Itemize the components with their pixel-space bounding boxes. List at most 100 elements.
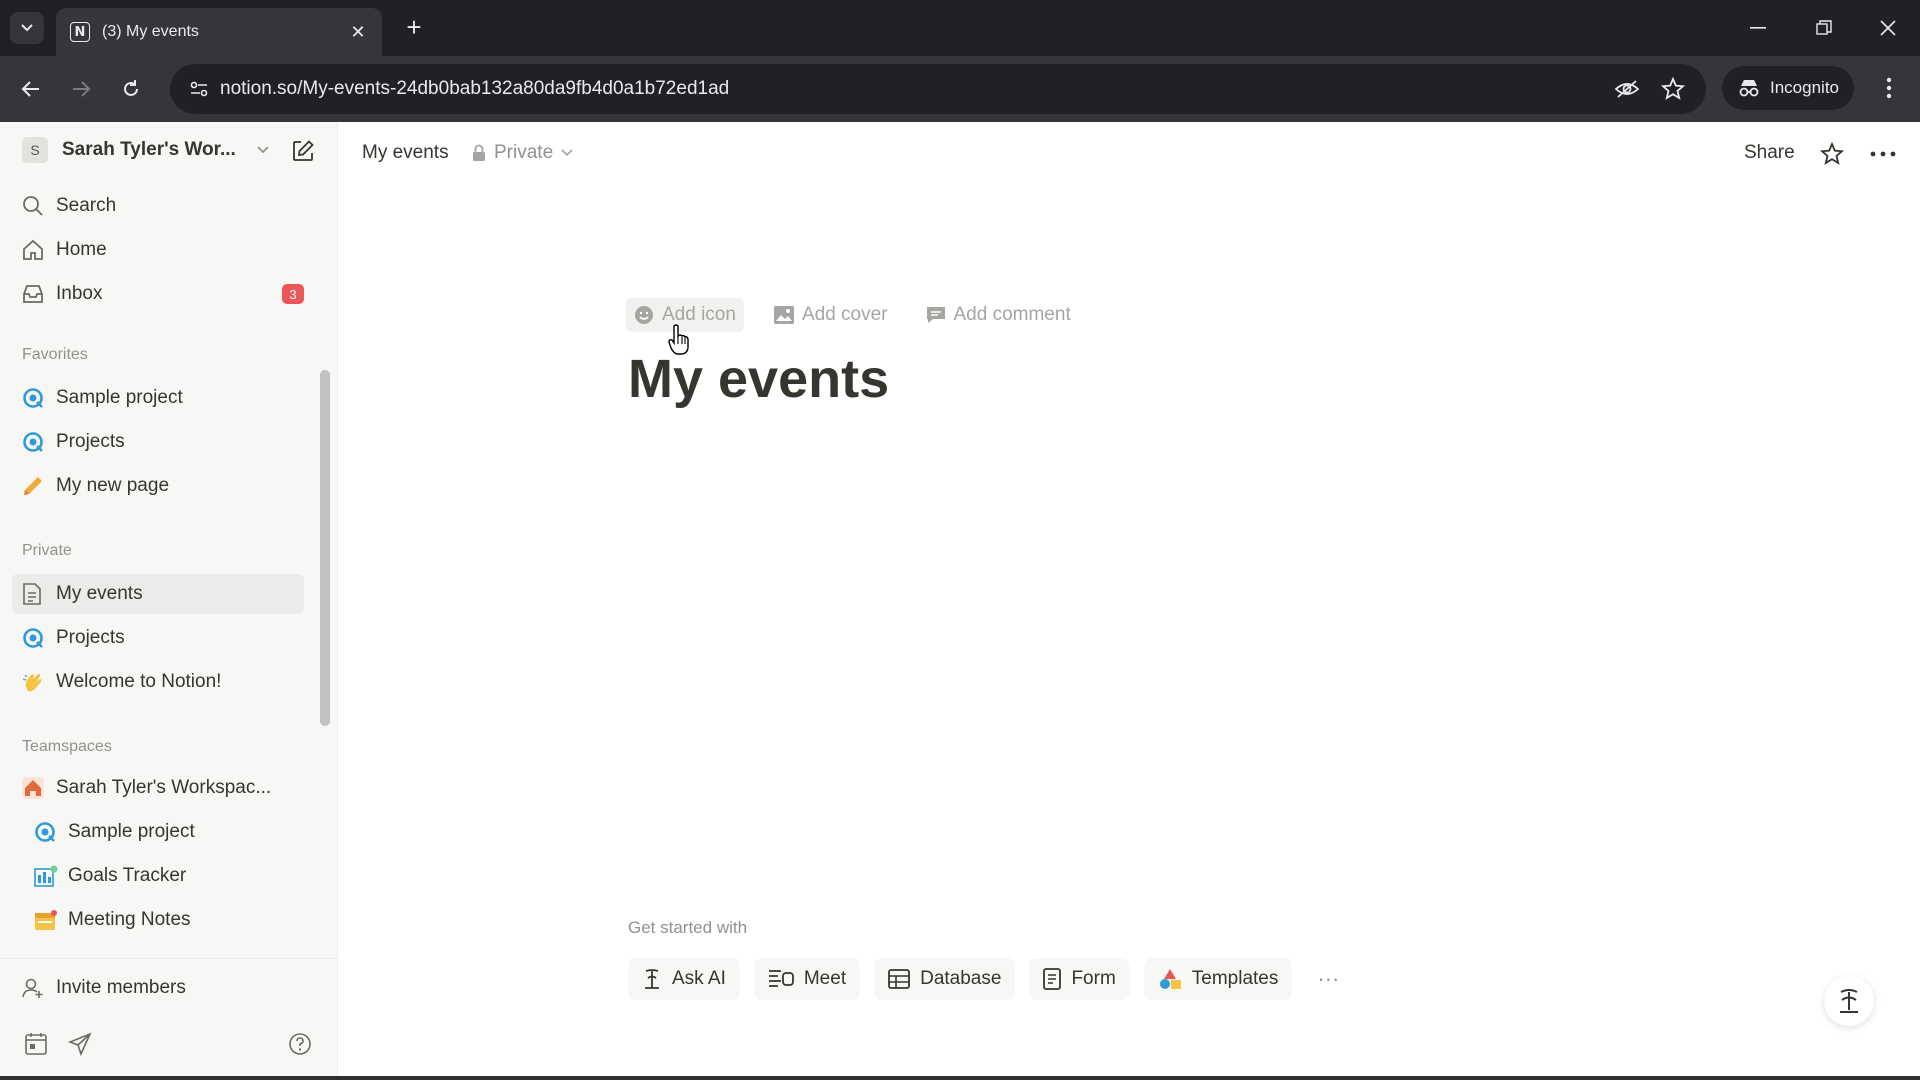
minimize-icon[interactable]	[1738, 10, 1778, 46]
incognito-indicator[interactable]: Incognito	[1722, 66, 1854, 110]
wave-icon	[22, 667, 56, 697]
tab-title: (3) My events	[102, 23, 199, 40]
sidebar-item-my-events[interactable]: My events	[12, 574, 304, 614]
sidebar-item-my-new-page[interactable]: My new page	[12, 466, 304, 506]
more-options-icon[interactable]	[1866, 138, 1900, 170]
notion-ai-face-icon	[1840, 989, 1858, 1013]
restore-icon[interactable]	[1804, 10, 1844, 46]
meet-label: Meet	[803, 968, 847, 989]
teamspaces-section-label: Teamspaces	[22, 738, 112, 755]
database-button[interactable]: Database	[874, 958, 1016, 1000]
quick-actions-row: Ask AI Meet Database Form Templates ···	[628, 958, 1350, 1000]
workspace-switcher[interactable]: S Sarah Tyler's Wor...	[14, 132, 324, 168]
inbox-icon	[22, 279, 56, 309]
page-title[interactable]: My events	[628, 348, 889, 410]
form-button[interactable]: Form	[1029, 958, 1130, 1000]
sidebar-scroll-thumb[interactable]	[320, 370, 330, 726]
ask-ai-button[interactable]: Ask AI	[628, 958, 740, 1000]
browser-tab[interactable]: N (3) My events ✕	[56, 8, 382, 56]
bookmark-star-icon[interactable]	[1658, 74, 1688, 104]
add-cover-label: Add cover	[801, 304, 888, 325]
share-button[interactable]: Share	[1744, 142, 1795, 164]
pencil-icon	[22, 471, 56, 501]
sidebar-item-projects[interactable]: Projects	[12, 422, 304, 462]
eye-off-icon[interactable]	[1612, 74, 1642, 104]
chevron-down-icon	[257, 146, 269, 154]
add-comment-button[interactable]: Add comment	[918, 298, 1079, 332]
more-actions-icon[interactable]: ···	[1306, 958, 1350, 1000]
sidebar-item-inbox[interactable]: Inbox 3	[12, 274, 304, 314]
add-comment-label: Add comment	[953, 304, 1071, 325]
project-icon	[22, 383, 56, 413]
sidebar-item-label: Inbox	[56, 283, 103, 304]
site-info-icon[interactable]	[182, 72, 216, 106]
new-page-compose-icon[interactable]	[288, 136, 318, 166]
bottom-edge	[0, 1076, 1920, 1080]
image-icon	[773, 306, 794, 324]
favorites-section-label: Favorites	[22, 346, 88, 363]
invite-members-button[interactable]: Invite members	[12, 968, 304, 1008]
invite-user-icon	[22, 973, 56, 1003]
sidebar-item-team-sample-project[interactable]: Sample project	[24, 812, 304, 852]
sidebar-item-label: Projects	[56, 627, 125, 648]
tab-list-chevron-icon[interactable]	[10, 12, 44, 44]
goals-icon	[34, 861, 68, 891]
reload-icon[interactable]	[112, 70, 150, 108]
sidebar-item-meeting-notes[interactable]: Meeting Notes	[24, 900, 304, 940]
incognito-label: Incognito	[1770, 78, 1839, 97]
form-icon	[1043, 968, 1062, 990]
search-icon	[22, 191, 56, 221]
favorite-star-icon[interactable]	[1815, 138, 1849, 170]
notion-ai-fab[interactable]	[1824, 976, 1874, 1026]
add-icon-label: Add icon	[662, 304, 736, 325]
add-cover-button[interactable]: Add cover	[766, 298, 896, 332]
sidebar-item-label: My events	[56, 583, 143, 604]
sidebar-item-label: Home	[56, 239, 107, 260]
project-icon	[22, 623, 56, 653]
browser-toolbar: notion.so/My-events-24db0bab132a80da9fb4…	[0, 56, 1920, 122]
calendar-icon	[34, 905, 68, 935]
sidebar-item-teamspace[interactable]: Sarah Tyler's Workspac...	[12, 768, 304, 808]
tab-close-icon[interactable]: ✕	[348, 22, 368, 43]
sidebar-item-home[interactable]: Home	[12, 230, 304, 270]
send-mail-icon[interactable]	[67, 1032, 94, 1058]
sidebar-item-label: Meeting Notes	[68, 909, 191, 930]
sidebar-item-search[interactable]: Search	[12, 186, 304, 226]
sidebar-item-label: Sarah Tyler's Workspac...	[56, 777, 272, 798]
sidebar-item-label: Search	[56, 195, 117, 216]
url-text[interactable]: notion.so/My-events-24db0bab132a80da9fb4…	[220, 78, 729, 100]
lock-icon	[473, 144, 485, 161]
chevron-down-icon	[561, 149, 573, 157]
project-icon	[22, 427, 56, 457]
sidebar-item-sample-project[interactable]: Sample project	[12, 378, 304, 418]
address-bar[interactable]: notion.so/My-events-24db0bab132a80da9fb4…	[170, 64, 1706, 114]
smiley-icon	[635, 306, 653, 324]
private-section-label: Private	[22, 542, 72, 559]
privacy-label: Private	[494, 142, 554, 163]
browser-menu-icon[interactable]	[1874, 70, 1904, 106]
new-tab-plus-icon[interactable]: +	[398, 12, 430, 44]
ai-icon	[645, 969, 659, 989]
calendar-app-icon[interactable]	[24, 1032, 50, 1058]
inbox-count-badge: 3	[282, 284, 304, 304]
sidebar-item-label: Invite members	[56, 977, 186, 998]
sidebar-scrollbar[interactable]	[320, 350, 330, 830]
close-window-icon[interactable]	[1868, 10, 1908, 46]
database-label: Database	[920, 968, 1002, 989]
privacy-dropdown[interactable]: Private	[472, 142, 573, 164]
back-arrow-icon[interactable]	[12, 70, 50, 108]
form-label: Form	[1071, 968, 1116, 989]
help-icon[interactable]	[288, 1032, 314, 1058]
breadcrumb-page-title[interactable]: My events	[362, 142, 449, 164]
page-header-actions: Add icon Add cover Add comment	[626, 298, 1101, 332]
meet-button[interactable]: Meet	[753, 958, 861, 1000]
sidebar: S Sarah Tyler's Wor... Search Home Inbox…	[0, 122, 338, 1080]
sidebar-item-label: Welcome to Notion!	[56, 671, 222, 692]
sidebar-item-goals-tracker[interactable]: Goals Tracker	[24, 856, 304, 896]
forward-arrow-icon[interactable]	[62, 70, 100, 108]
templates-label: Templates	[1191, 968, 1279, 989]
templates-icon	[1159, 969, 1181, 989]
sidebar-item-welcome[interactable]: Welcome to Notion!	[12, 662, 304, 702]
sidebar-item-projects-private[interactable]: Projects	[12, 618, 304, 658]
templates-button[interactable]: Templates	[1143, 958, 1293, 1000]
